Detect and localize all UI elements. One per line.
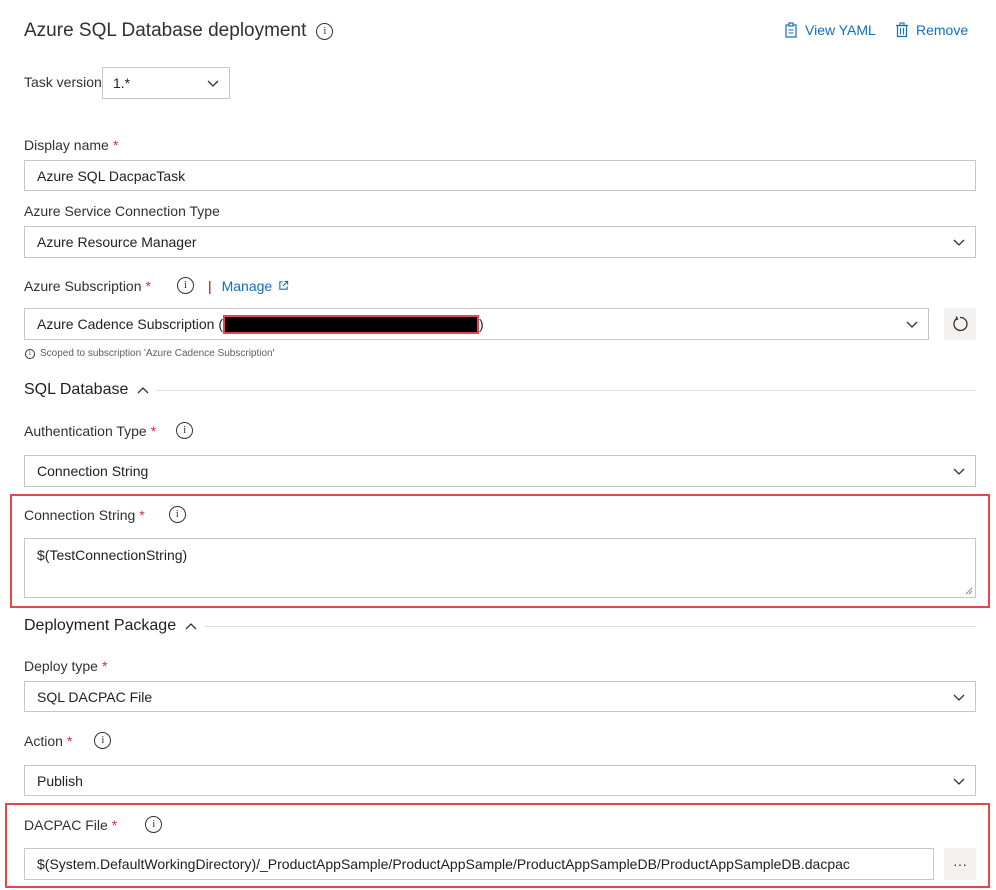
- dacpac-label-text: DACPAC File: [24, 816, 108, 833]
- display-name-value: Azure SQL DacpacTask: [37, 167, 186, 184]
- trash-icon: [896, 22, 908, 38]
- subscription-value-prefix: Azure Cadence Subscription (: [37, 316, 223, 332]
- chevron-down-icon: [207, 80, 219, 87]
- connection-type-value: Azure Resource Manager: [37, 234, 197, 250]
- manage-link[interactable]: Manage: [222, 278, 290, 294]
- dacpac-value: $(System.DefaultWorkingDirectory)/_Produ…: [37, 856, 850, 872]
- deploy-type-label-text: Deploy type: [24, 658, 98, 674]
- auth-type-label: Authentication Type * i: [24, 422, 194, 439]
- chevron-down-icon: [906, 321, 918, 328]
- section-title: SQL Database: [24, 381, 129, 398]
- display-name-label-text: Display name: [24, 137, 109, 153]
- chevron-down-icon: [953, 239, 965, 246]
- resize-handle-icon[interactable]: [965, 587, 973, 595]
- dacpac-input[interactable]: $(System.DefaultWorkingDirectory)/_Produ…: [24, 848, 934, 880]
- redacted-block: [223, 314, 479, 334]
- view-yaml-label: View YAML: [805, 22, 876, 38]
- display-name-input[interactable]: Azure SQL DacpacTask: [24, 160, 976, 191]
- refresh-icon: [953, 316, 968, 332]
- info-icon[interactable]: i: [94, 732, 112, 749]
- required-marker: *: [145, 277, 151, 294]
- connection-type-label: Azure Service Connection Type: [24, 203, 220, 219]
- action-select[interactable]: Publish: [24, 765, 976, 796]
- page-title-text: Azure SQL Database deployment: [24, 20, 307, 41]
- task-version-label: Task version: [24, 74, 102, 90]
- deployment-package-section-header[interactable]: Deployment Package: [24, 617, 198, 635]
- deploy-type-label: Deploy type *: [24, 658, 107, 674]
- dacpac-label: DACPAC File * i: [24, 816, 163, 833]
- remove-label: Remove: [916, 22, 969, 38]
- info-icon: i: [25, 348, 35, 359]
- connection-type-select[interactable]: Azure Resource Manager: [24, 226, 976, 258]
- more-icon: ···: [953, 856, 967, 872]
- info-icon[interactable]: i: [168, 506, 186, 523]
- external-link-icon: [279, 280, 289, 290]
- action-value: Publish: [37, 772, 83, 789]
- required-marker: *: [66, 732, 73, 749]
- task-version-select[interactable]: 1.*: [102, 67, 230, 99]
- clipboard-icon: [785, 22, 797, 38]
- refresh-button[interactable]: [944, 308, 976, 340]
- manage-link-text: Manage: [221, 277, 273, 294]
- connection-string-value: $(TestConnectionString): [37, 547, 188, 563]
- info-icon[interactable]: i: [316, 22, 334, 40]
- auth-type-select[interactable]: Connection String: [24, 455, 976, 487]
- page-title: Azure SQL Database deployment i: [24, 20, 334, 42]
- chevron-down-icon: [953, 694, 965, 701]
- action-label-text: Action: [24, 732, 63, 749]
- chevron-up-icon: [137, 387, 149, 394]
- subscription-select[interactable]: Azure Cadence Subscription ( ): [24, 308, 929, 340]
- required-marker: *: [112, 137, 119, 153]
- deploy-type-value: SQL DACPAC File: [37, 688, 153, 705]
- separator: |: [207, 277, 212, 294]
- chevron-down-icon: [953, 468, 965, 475]
- sql-database-section-header[interactable]: SQL Database: [24, 381, 150, 399]
- section-title: Deployment Package: [24, 617, 177, 634]
- section-divider: [156, 390, 976, 391]
- connection-string-label-text: Connection String: [24, 506, 136, 523]
- info-icon[interactable]: i: [176, 277, 194, 294]
- subscription-scope-note: i Scoped to subscription 'Azure Cadence …: [25, 348, 275, 359]
- subscription-label-text: Azure Subscription: [24, 277, 142, 294]
- scope-note-text: Scoped to subscription 'Azure Cadence Su…: [40, 348, 275, 359]
- auth-type-label-text: Authentication Type: [24, 422, 147, 439]
- browse-button[interactable]: ···: [944, 848, 976, 880]
- auth-type-value: Connection String: [37, 463, 149, 479]
- section-divider: [205, 626, 976, 627]
- connection-string-label: Connection String * i: [24, 506, 186, 523]
- required-marker: *: [139, 506, 145, 523]
- view-yaml-button[interactable]: View YAML: [783, 22, 876, 38]
- required-marker: *: [150, 422, 157, 439]
- chevron-down-icon: [953, 778, 965, 785]
- display-name-label: Display name *: [24, 137, 118, 153]
- deploy-type-select[interactable]: SQL DACPAC File: [24, 681, 976, 712]
- subscription-label: Azure Subscription * i | Manage: [24, 277, 289, 294]
- action-label: Action * i: [24, 732, 112, 749]
- required-marker: *: [111, 816, 118, 833]
- required-marker: *: [101, 658, 108, 674]
- info-icon[interactable]: i: [145, 816, 163, 833]
- chevron-up-icon: [185, 623, 197, 630]
- task-version-value: 1.*: [113, 75, 131, 91]
- remove-button[interactable]: Remove: [894, 22, 968, 38]
- subscription-value-suffix: ): [479, 316, 484, 332]
- connection-string-textarea[interactable]: $(TestConnectionString): [24, 538, 976, 598]
- info-icon[interactable]: i: [176, 422, 194, 439]
